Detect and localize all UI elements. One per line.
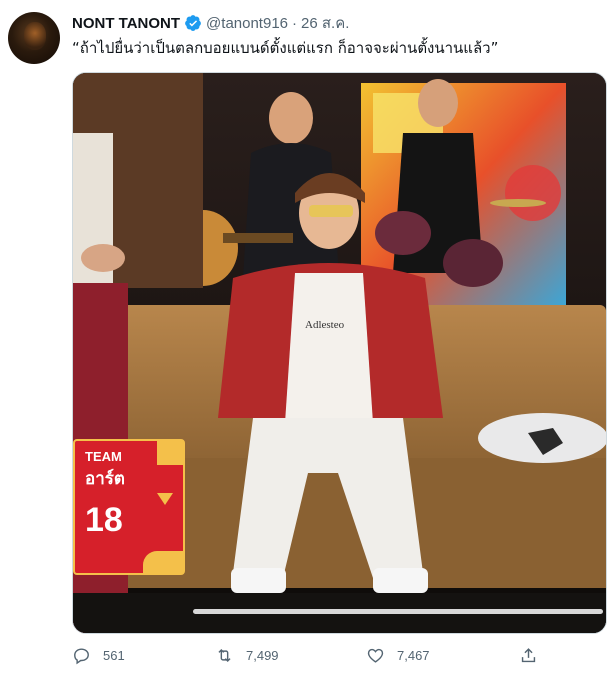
separator-dot: · [292,14,298,32]
author-name[interactable]: NONT TANONT [72,15,180,32]
heart-icon [367,648,384,663]
verified-badge-icon [184,14,202,32]
share-icon [521,648,536,663]
reply-count: 561 [103,648,125,663]
reply-action[interactable]: 561 [72,646,125,665]
tweet-media[interactable]: Adlesteo TEAM อาร์ต 18 [72,72,607,634]
author-handle[interactable]: @tanont916 [206,15,288,32]
shirt-text: Adlesteo [305,319,345,331]
overlay-team-label: TEAM [85,449,122,464]
tweet-text: “ถ้าไปยื่นว่าเป็นตลกบอยแบนด์ตั้งแต่แรก ก… [72,39,499,57]
retweet-count: 7,499 [246,648,279,663]
retweet-icon [218,648,231,663]
like-count: 7,467 [397,648,430,663]
tweet-date[interactable]: 26 ส.ค. [301,11,349,35]
tweet-actions: 561 7,499 7,467 [72,646,552,672]
tweet: NONT TANONT @tanont916 · 26 ส.ค. “ถ้าไปย… [0,0,615,685]
reply-icon [74,648,89,665]
team-score-overlay: TEAM อาร์ต 18 [73,439,185,575]
like-action[interactable]: 7,467 [366,646,430,665]
overlay-team-name: อาร์ต [85,469,125,489]
retweet-action[interactable]: 7,499 [215,646,279,665]
share-action[interactable] [519,646,550,665]
overlay-score: 18 [85,501,123,539]
avatar[interactable] [8,12,60,64]
video-progress-bar[interactable] [193,609,603,614]
tweet-header: NONT TANONT @tanont916 · 26 ส.ค. [72,12,349,34]
